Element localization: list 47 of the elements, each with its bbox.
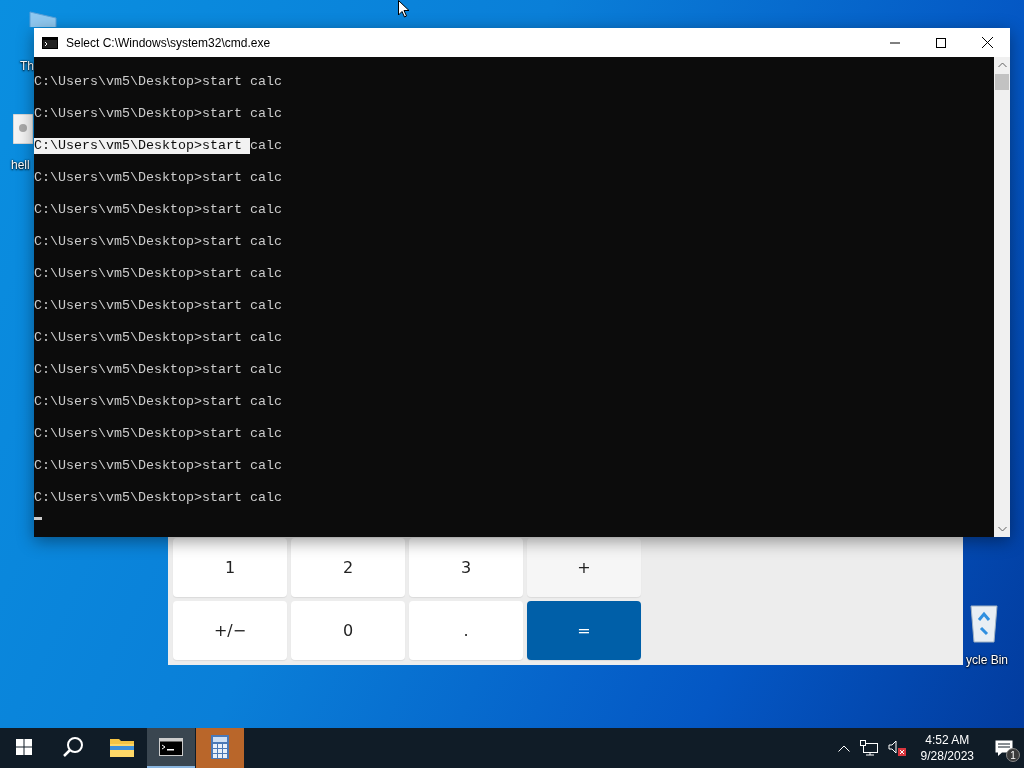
file-icon[interactable] xyxy=(13,114,33,144)
terminal-icon xyxy=(159,738,183,756)
console-line: C:\Users\vm5\Desktop>start calc xyxy=(34,394,282,410)
desktop-icon-label[interactable]: ycle Bin xyxy=(966,653,1009,667)
message-icon xyxy=(995,739,1013,757)
desktop-icon-label[interactable]: hell xyxy=(11,158,30,172)
close-icon xyxy=(981,37,993,48)
calculator-key[interactable]: . xyxy=(409,601,523,660)
console-line: C:\Users\vm5\Desktop>start calc xyxy=(34,330,282,346)
calculator-key[interactable]: + xyxy=(527,538,641,597)
console-line: C:\Users\vm5\Desktop>start calc xyxy=(34,266,282,282)
scrollbar[interactable] xyxy=(994,57,1010,537)
console-line: C:\Users\vm5\Desktop>start calc xyxy=(34,490,282,506)
console-line: C:\Users\vm5\Desktop>start calc xyxy=(34,74,282,90)
console-line: calc xyxy=(249,138,282,154)
notification-button[interactable]: 1 xyxy=(984,728,1024,768)
scroll-up-icon[interactable] xyxy=(997,62,1007,68)
calculator-icon xyxy=(211,735,229,759)
calculator-key[interactable]: +/− xyxy=(173,601,287,660)
calculator-key[interactable]: 2 xyxy=(291,538,405,597)
search-icon xyxy=(62,736,84,758)
taskbar-app-button[interactable] xyxy=(147,728,195,768)
calculator-key[interactable]: 3 xyxy=(409,538,523,597)
console-line: C:\Users\vm5\Desktop>start calc xyxy=(34,426,282,442)
calculator-key[interactable]: 0 xyxy=(291,601,405,660)
calculator-key[interactable]: 1 xyxy=(173,538,287,597)
folder-icon xyxy=(110,737,134,757)
monitor-icon[interactable] xyxy=(26,10,60,27)
console-line: C:\Users\vm5\Desktop>start calc xyxy=(34,234,282,250)
clock[interactable]: 4:52 AM 9/28/2023 xyxy=(910,732,984,764)
console-line: C:\Users\vm5\Desktop>start calc xyxy=(34,298,282,314)
scroll-down-icon[interactable] xyxy=(997,526,1007,532)
console-line: C:\Users\vm5\Desktop>start calc xyxy=(34,458,282,474)
windows-logo-icon xyxy=(16,739,32,755)
window-title: Select C:\Windows\system32\cmd.exe xyxy=(66,35,272,50)
console-line: C:\Users\vm5\Desktop>start calc xyxy=(34,170,282,186)
maximize-icon xyxy=(936,37,946,48)
scroll-thumb[interactable] xyxy=(995,74,1009,90)
console-line: C:\Users\vm5\Desktop>start calc xyxy=(34,106,282,122)
selected-console-text: C:\Users\vm5\Desktop>start xyxy=(34,138,250,154)
terminal-icon xyxy=(42,36,58,49)
calculator-key[interactable]: = xyxy=(527,601,641,660)
text-cursor xyxy=(34,517,42,520)
console-line: C:\Users\vm5\Desktop>start calc xyxy=(34,362,282,378)
mouse-pointer-icon xyxy=(398,0,410,18)
chevron-up-icon xyxy=(837,744,850,752)
console-line: C:\Users\vm5\Desktop>start calc xyxy=(34,202,282,218)
